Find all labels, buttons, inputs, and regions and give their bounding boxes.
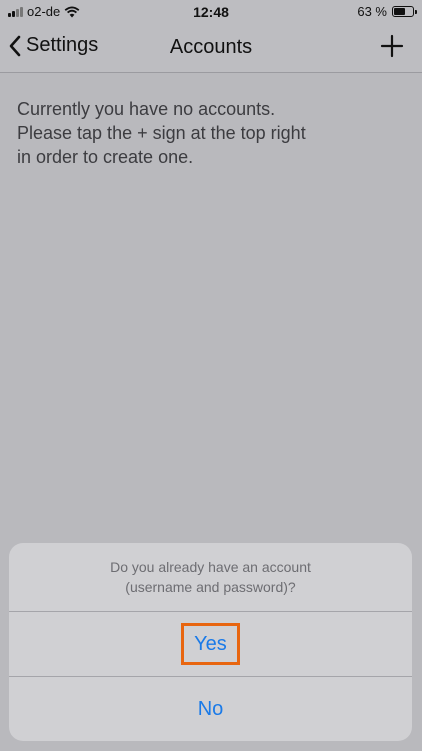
account-prompt-dialog: Do you already have an account (username… bbox=[9, 543, 412, 741]
status-right: 63 % bbox=[357, 4, 417, 19]
add-account-button[interactable] bbox=[378, 32, 406, 60]
status-bar: o2-de 12:48 63 % bbox=[0, 0, 422, 24]
no-button-label: No bbox=[197, 697, 224, 720]
battery-icon bbox=[392, 6, 417, 17]
battery-fill bbox=[394, 8, 405, 15]
yes-button-label: Yes bbox=[181, 623, 240, 665]
page-title: Accounts bbox=[169, 36, 253, 58]
dialog-message: Do you already have an account (username… bbox=[110, 559, 311, 595]
no-button[interactable]: No bbox=[9, 677, 412, 741]
empty-state-message: Currently you have no accounts. Please t… bbox=[17, 99, 306, 167]
yes-button[interactable]: Yes bbox=[9, 612, 412, 676]
battery-percent: 63 % bbox=[357, 4, 387, 19]
plus-icon bbox=[380, 34, 404, 58]
bottom-area bbox=[0, 744, 422, 751]
navigation-bar: Settings Accounts bbox=[0, 24, 422, 73]
